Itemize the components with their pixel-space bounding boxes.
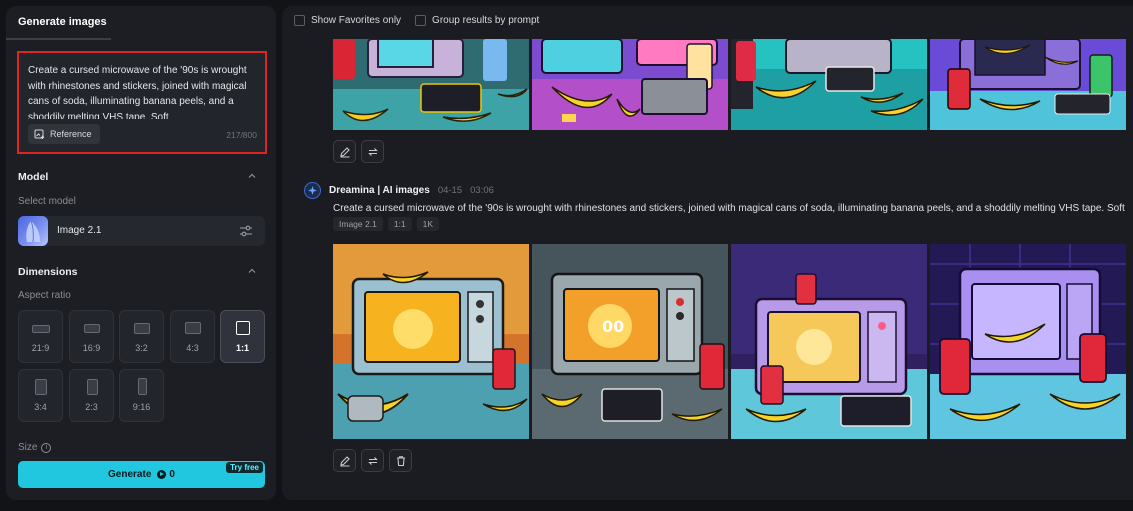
ratio-1-1[interactable]: 1:1 [220,310,265,363]
regenerate-button[interactable] [361,449,384,472]
trash-icon [396,455,405,466]
filter-group-by-prompt[interactable]: Group results by prompt [415,15,539,26]
tag-resolution: 1K [416,217,440,231]
ratio-label: 21:9 [31,343,50,353]
generated-image[interactable]: 00 [532,244,728,439]
generated-image[interactable] [333,244,529,439]
prompt-input[interactable]: Create a cursed microwave of the '90s is… [28,63,258,119]
generated-image[interactable] [532,39,728,130]
ratio-3-2[interactable]: 3:2 [119,310,164,363]
dimensions-section-title: Dimensions [18,266,78,278]
select-model-label: Select model [18,196,76,207]
ratio-3-4[interactable]: 3:4 [18,369,63,422]
ratio-label: 3:2 [135,343,148,353]
dreamina-logo-icon [304,182,321,199]
edit-button[interactable] [333,449,356,472]
generation-prompt[interactable]: Create a cursed microwave of the '90s is… [333,203,1133,214]
edit-button[interactable] [333,140,356,163]
ratio-label: 3:4 [34,402,47,412]
checkbox[interactable] [294,15,305,26]
generation-header: Dreamina | AI images 04-15 03:06 [304,182,494,199]
generated-image[interactable] [731,39,927,130]
credit-cost: 0 [157,469,175,480]
ratio-label: 16:9 [82,343,101,353]
results-panel: Show Favorites only Group results by pro… [282,6,1133,500]
generated-image[interactable] [930,39,1126,130]
generated-image[interactable] [333,39,529,130]
checkbox[interactable] [415,15,427,26]
previous-actions [333,140,384,163]
generated-image[interactable] [930,244,1126,439]
ratio-shape [87,379,98,395]
regenerate-button[interactable] [361,140,384,163]
ratio-shape [32,325,50,333]
chevron-up-icon[interactable] [246,265,258,277]
credit-icon [157,470,167,479]
generated-image[interactable] [731,244,927,439]
ratio-label: 1:1 [235,343,249,353]
image-upload-icon [34,129,45,139]
pencil-icon [339,455,350,466]
svg-text:00: 00 [602,317,624,336]
ratio-16-9[interactable]: 16:9 [69,310,114,363]
reference-label: Reference [50,129,92,139]
model-section-title: Model [18,171,49,183]
info-icon[interactable]: i [41,442,52,453]
chevron-up-icon[interactable] [246,170,258,182]
ratio-21-9[interactable]: 21:9 [18,310,63,363]
generation-tags: Image 2.1 1:1 1K [333,217,440,231]
ratio-shape [138,378,147,395]
sliders-icon[interactable] [239,225,253,237]
ratio-label: 2:3 [85,402,98,412]
ratio-shape [35,379,47,395]
delete-button[interactable] [389,449,412,472]
filter-favorites[interactable]: Show Favorites only [294,15,401,26]
prompt-box[interactable]: Create a cursed microwave of the '90s is… [17,51,267,154]
ratio-label: 9:16 [132,402,151,412]
previous-image-strip [333,39,1126,130]
regenerate-icon [367,147,378,156]
ratio-label: 4:3 [186,343,199,353]
ratio-4-3[interactable]: 4:3 [170,310,215,363]
ratio-shape [236,321,250,335]
generation-date: 04-15 [437,185,463,196]
ratio-shape [185,322,201,334]
aspect-ratio-label: Aspect ratio [18,290,71,301]
tag-model: Image 2.1 [333,217,383,231]
results-filters: Show Favorites only Group results by pro… [294,15,539,26]
ratio-2-3[interactable]: 2:3 [69,369,114,422]
model-thumbnail [18,216,48,246]
pencil-icon [339,146,350,157]
regenerate-icon [367,456,378,465]
ratio-shape [134,323,150,334]
size-label-text: Size [18,442,38,453]
generation-time: 03:06 [470,185,494,196]
filter-label: Group results by prompt [432,15,540,26]
tab-generate-images[interactable]: Generate images [18,16,107,28]
model-selector[interactable]: Image 2.1 [18,216,265,246]
generation-panel: Generate images Create a cursed microwav… [6,6,276,500]
char-counter: 217/800 [226,130,257,140]
reference-button[interactable]: Reference [28,124,100,144]
try-free-badge: Try free [226,462,263,473]
credit-count: 0 [169,469,175,480]
model-name: Image 2.1 [57,225,102,236]
ratio-9-16[interactable]: 9:16 [119,369,164,422]
size-label: Size i [18,442,52,453]
generation-source: Dreamina | AI images [329,185,430,196]
generate-label: Generate [108,469,152,480]
image-strip: 00 [333,244,1126,439]
tab-underline [6,38,111,40]
generation-actions [333,449,412,472]
ratio-shape [84,324,100,333]
tag-ratio: 1:1 [387,217,412,231]
generate-button[interactable]: Generate 0 Try free [18,461,265,488]
filter-label: Show Favorites only [311,15,402,26]
